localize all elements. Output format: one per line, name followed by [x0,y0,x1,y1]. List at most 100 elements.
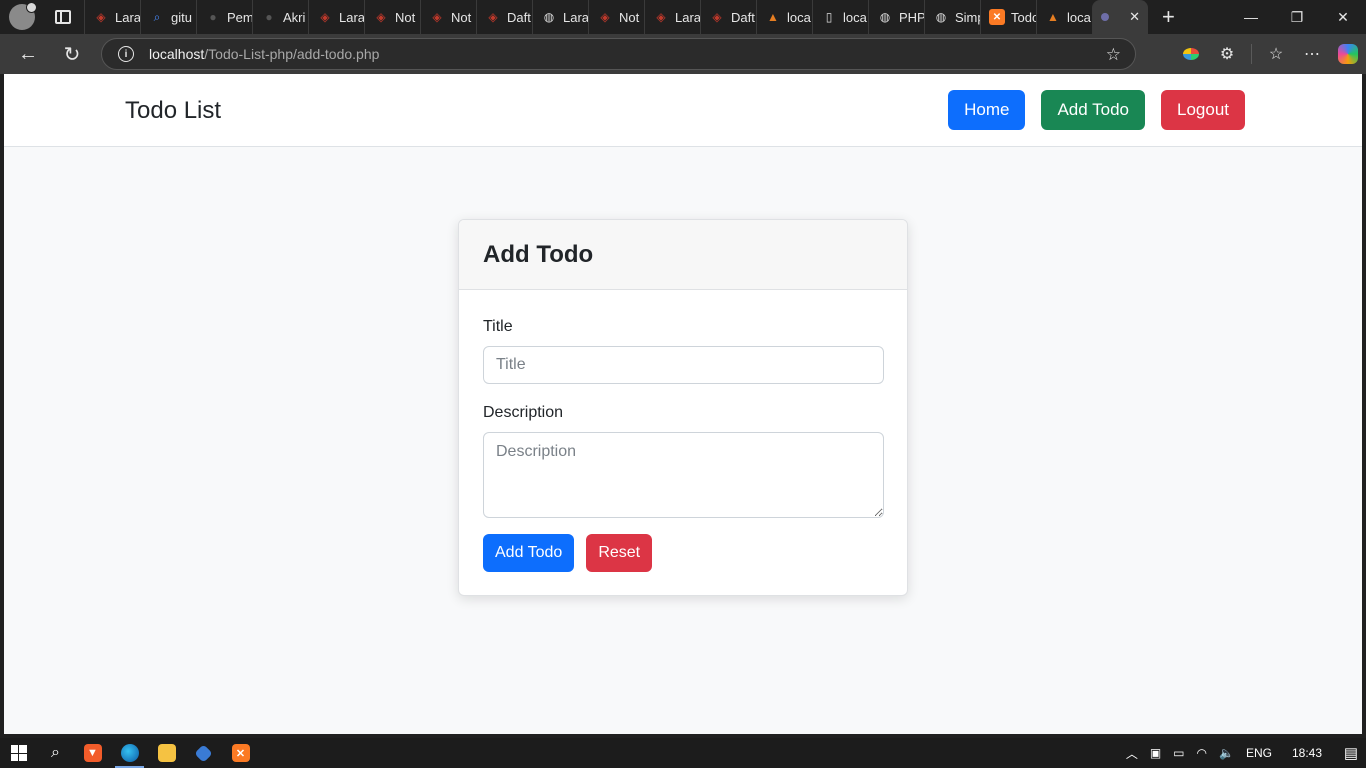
tab-list: ◈ Lara ⌕ gitu ● Pem ● Akri ◈ Lara ◈ Not ◈ Not ◈ Daft ◍ La… [84,0,1092,34]
volume-icon[interactable]: 🔈 [1213,746,1240,760]
browser-tab[interactable]: ◍ PHP [868,0,924,34]
browser-tab-label: Lara [339,9,364,25]
loading-icon [1101,13,1109,21]
navbar-brand[interactable]: Todo List [125,97,221,125]
favorites-icon[interactable]: ☆ [1258,34,1294,74]
logout-button[interactable]: Logout [1161,90,1245,130]
browser-tab-label: Not [395,9,416,25]
close-tab-icon[interactable]: ✕ [1129,9,1140,25]
extension-colorful-icon[interactable] [1173,34,1209,74]
browser-tab-strip: ◈ Lara ⌕ gitu ● Pem ● Akri ◈ Lara ◈ Not ◈ Not ◈ Daft ◍ La… [0,0,1366,34]
add-todo-form: Title Description Add Todo Reset [459,318,907,572]
taskbar-xampp[interactable]: ✕ [222,738,259,768]
laravel-icon: ◈ [488,10,498,24]
add-todo-card: Add Todo Title Description Add Todo Rese… [458,219,908,596]
browser-tab-label: Daft [507,9,531,25]
description-textarea[interactable] [483,432,884,518]
browser-tab[interactable]: ◈ Daft [476,0,532,34]
browser-tab[interactable]: ● Akri [252,0,308,34]
laravel-icon: ◈ [600,10,610,24]
browser-tab-label: Todo [1011,9,1036,25]
battery-icon[interactable]: ▭ [1167,746,1190,760]
github-icon: ● [209,10,217,24]
browser-tab-label: Lara [115,9,140,25]
url-path: /Todo-List-php/add-todo.php [204,46,380,62]
globe-icon: ◍ [543,10,555,24]
browser-tab[interactable]: ◈ Not [364,0,420,34]
copilot-icon[interactable] [1330,34,1366,74]
add-todo-nav-button[interactable]: Add Todo [1041,90,1145,130]
browser-tab-label: Not [451,9,472,25]
browser-tab[interactable]: ◈ Lara [644,0,700,34]
taskbar-file-explorer[interactable] [148,738,185,768]
taskbar-edge[interactable] [111,738,148,768]
browser-tab[interactable]: ◈ Not [420,0,476,34]
tab-actions-icon[interactable] [55,10,71,24]
browser-tab[interactable]: ◈ Not [588,0,644,34]
start-button[interactable] [0,738,37,768]
laravel-icon: ◈ [432,10,442,24]
wifi-icon[interactable]: ◠ [1191,746,1213,760]
os-taskbar: ⌕ ▼ ✕ ︿ ▣ ▭ ◠ 🔈 ENG 18:43 ▤ [0,738,1366,768]
browser-tab[interactable]: ✕ Todo [980,0,1036,34]
language-indicator[interactable]: ENG [1240,746,1278,760]
minimize-icon[interactable]: — [1228,0,1274,34]
tray-overflow-icon[interactable]: ︿ [1120,745,1144,762]
brave-icon: ▼ [83,744,102,762]
browser-tab-label: loca [843,9,867,25]
restore-icon[interactable]: ❐ [1274,0,1320,34]
taskbar-search-button[interactable]: ⌕ [37,738,74,768]
address-bar[interactable]: i localhost/Todo-List-php/add-todo.php ☆ [101,38,1136,70]
title-input[interactable] [483,346,884,384]
clock[interactable]: 18:43 [1278,746,1336,760]
browser-toolbar: ← ↻ i localhost/Todo-List-php/add-todo.p… [0,34,1366,74]
browser-tab[interactable]: ⌕ gitu [140,0,196,34]
windows-logo-icon [10,745,27,761]
window-controls: — ❐ ✕ [1228,0,1366,34]
browser-tab[interactable]: ◈ Daft [700,0,756,34]
add-todo-submit-button[interactable]: Add Todo [483,534,575,572]
reset-button[interactable]: Reset [586,534,653,572]
browser-tab[interactable]: ◈ Lara [308,0,364,34]
browser-tab-label: Lara [563,9,588,25]
notifications-icon[interactable]: ▤ [1336,744,1366,762]
taskbar-git[interactable] [185,738,222,768]
description-label: Description [483,404,564,421]
site-info-icon[interactable]: i [118,46,134,62]
new-tab-icon[interactable]: + [1162,6,1175,28]
more-icon[interactable]: ⋯ [1294,34,1330,74]
laravel-icon: ◈ [712,10,722,24]
back-icon[interactable]: ← [10,38,46,70]
browser-tab[interactable]: ▯ loca [812,0,868,34]
browser-tab[interactable]: ● Pem [196,0,252,34]
page-viewport: Todo List Home Add Todo Logout Add Todo … [4,74,1362,734]
browser-tab-label: Simp [955,9,980,25]
laravel-icon: ◈ [376,10,386,24]
app-navbar: Todo List Home Add Todo Logout [4,74,1362,147]
browser-tab-label: loca [1067,9,1091,25]
laravel-icon: ◈ [320,10,330,24]
url-host: localhost [149,46,205,62]
github-icon: ● [265,10,273,24]
browser-tab[interactable]: ◍ Lara [532,0,588,34]
taskbar-brave[interactable]: ▼ [74,738,111,768]
tab-active[interactable]: ✕ [1092,0,1148,34]
browser-tab[interactable]: ▲ loca [1036,0,1092,34]
toolbar-right: ⚙ ☆ ⋯ [1173,34,1366,74]
folder-icon [157,744,176,762]
globe-icon: ◍ [879,10,891,24]
profile-avatar[interactable] [9,2,37,30]
close-window-icon[interactable]: ✕ [1320,0,1366,34]
home-button[interactable]: Home [948,90,1026,130]
git-icon [194,743,213,763]
browser-tab[interactable]: ◈ Lara [84,0,140,34]
favorite-star-icon[interactable]: ☆ [1106,45,1121,65]
extensions-icon[interactable]: ⚙ [1209,34,1245,74]
browser-tab[interactable]: ◍ Simp [924,0,980,34]
reload-icon[interactable]: ↻ [54,38,90,70]
browser-tab-label: gitu [171,9,192,25]
card-title: Add Todo [483,240,594,268]
cone-icon: ▲ [1047,10,1059,24]
tray-app-icon[interactable]: ▣ [1144,746,1167,760]
browser-tab[interactable]: ▲ loca [756,0,812,34]
